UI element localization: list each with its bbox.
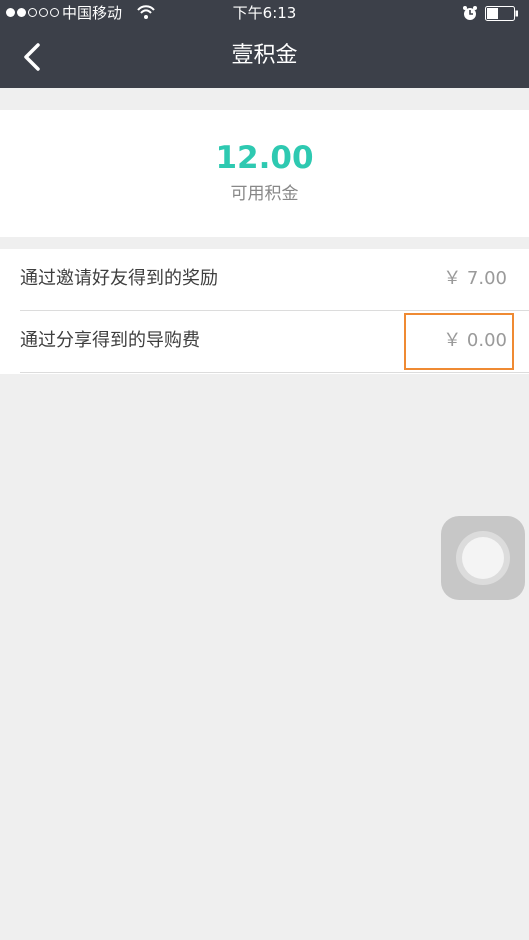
- assistive-touch-center: [462, 537, 504, 579]
- points-source-list: 通过邀请好友得到的奖励 ￥ 7.00 通过分享得到的导购费 ￥ 0.00: [0, 249, 529, 374]
- available-points-value: 12.00: [215, 140, 314, 176]
- list-item-share-commission[interactable]: 通过分享得到的导购费 ￥ 0.00: [0, 311, 529, 373]
- top-bar: 中国移动 下午6:13 壹积金: [0, 0, 529, 88]
- row-divider: [20, 372, 529, 373]
- list-item-invite-reward[interactable]: 通过邀请好友得到的奖励 ￥ 7.00: [0, 249, 529, 311]
- list-item-label: 通过分享得到的导购费: [20, 330, 200, 351]
- available-points-label: 可用积金: [230, 184, 299, 204]
- balance-card: 12.00 可用积金: [0, 110, 529, 237]
- alarm-icon: [463, 6, 477, 20]
- status-time: 下午6:13: [232, 4, 297, 22]
- assistive-touch-button[interactable]: [441, 516, 525, 600]
- screen: 中国移动 下午6:13 壹积金 12.00 可用积金 通过邀请好友得到的奖励 ￥…: [0, 0, 529, 940]
- status-bar: 中国移动 下午6:13: [0, 0, 529, 26]
- list-item-label: 通过邀请好友得到的奖励: [20, 268, 218, 289]
- navigation-bar: 壹积金: [0, 26, 529, 88]
- battery-icon: [485, 6, 518, 21]
- list-item-amount: ￥ 7.00: [443, 268, 507, 289]
- page-title: 壹积金: [231, 43, 298, 68]
- list-item-amount: ￥ 0.00: [443, 330, 507, 351]
